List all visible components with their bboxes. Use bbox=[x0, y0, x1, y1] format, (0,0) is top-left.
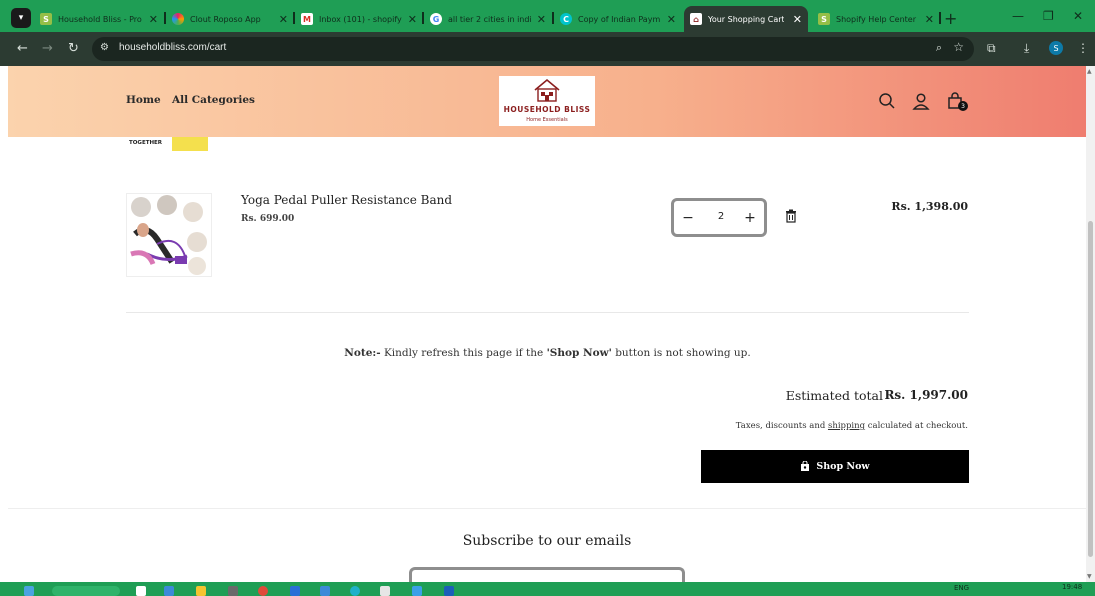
store-header: Home All Categories HOUSEHOLD BLISS Home… bbox=[8, 66, 1086, 137]
zoom-icon[interactable]: ⌕ bbox=[936, 41, 942, 55]
nav-link-all-categories[interactable]: All Categories bbox=[172, 94, 255, 106]
shop-now-button[interactable]: Shop Now bbox=[701, 450, 969, 483]
estimated-total-label: Estimated total bbox=[785, 388, 883, 403]
account-icon[interactable] bbox=[912, 92, 930, 110]
os-taskbar: ENG 19:48 bbox=[0, 582, 1095, 596]
quantity-input[interactable]: 2 bbox=[714, 211, 728, 222]
back-icon[interactable]: ← bbox=[17, 41, 28, 56]
scroll-down-arrow-icon[interactable]: ▼ bbox=[1087, 573, 1092, 580]
app-icon[interactable] bbox=[228, 586, 238, 596]
download-icon[interactable]: ⤓ bbox=[1024, 41, 1029, 56]
browser-toolbar: ← → ↻ ⚙ householdbliss.com/cart ⌕ ☆ ⧉ ⤓ … bbox=[0, 32, 1095, 66]
canva-icon: C bbox=[560, 13, 572, 25]
site-info-icon[interactable]: ⚙ bbox=[100, 42, 109, 53]
logo-name: HOUSEHOLD BLISS bbox=[503, 105, 591, 114]
google-icon: G bbox=[430, 13, 442, 25]
tab-separator bbox=[293, 12, 295, 24]
forward-icon[interactable]: → bbox=[42, 41, 53, 56]
minimize-icon[interactable]: — bbox=[1012, 9, 1024, 23]
app-icon[interactable] bbox=[444, 586, 454, 596]
line-item-total: Rs. 1,398.00 bbox=[891, 200, 968, 213]
store-logo[interactable]: HOUSEHOLD BLISS Home Essentials bbox=[499, 76, 595, 126]
search-icon[interactable] bbox=[878, 92, 896, 110]
page-scrollbar[interactable]: ▲ ▼ bbox=[1086, 66, 1095, 582]
profile-avatar[interactable]: S bbox=[1049, 41, 1063, 55]
tab-separator bbox=[939, 12, 941, 24]
quantity-stepper: − 2 + bbox=[671, 198, 767, 237]
roposo-icon bbox=[172, 13, 184, 25]
app-icon[interactable] bbox=[290, 586, 300, 596]
previous-item-image[interactable]: TOGETHER bbox=[126, 137, 210, 154]
windows-start-icon[interactable] bbox=[24, 586, 34, 596]
close-icon[interactable]: ✕ bbox=[793, 13, 802, 26]
taskbar-search-box[interactable] bbox=[52, 586, 120, 596]
email-input[interactable] bbox=[409, 567, 685, 582]
new-tab-button[interactable]: + bbox=[944, 9, 957, 28]
decrease-quantity-button[interactable]: − bbox=[678, 209, 698, 227]
browser-tab-strip: ▾ S Household Bliss - Pro ✕ Clout Roposo… bbox=[0, 0, 1095, 34]
tab-gmail-inbox[interactable]: M Inbox (101) - shopify ✕ bbox=[301, 8, 417, 30]
reload-icon[interactable]: ↻ bbox=[68, 41, 79, 56]
tab-shopping-cart[interactable]: ⌂ Your Shopping Cart ✕ bbox=[684, 6, 808, 32]
gmail-icon: M bbox=[301, 13, 313, 25]
language-indicator[interactable]: ENG bbox=[954, 584, 969, 592]
clock-time[interactable]: 19:48 bbox=[1062, 583, 1082, 591]
tab-separator bbox=[422, 12, 424, 24]
cart-count-badge: 3 bbox=[958, 101, 968, 111]
product-box-graphic bbox=[172, 137, 208, 151]
tab-google-search[interactable]: G all tier 2 cities in indi ✕ bbox=[430, 8, 546, 30]
extensions-icon[interactable]: ⧉ bbox=[987, 41, 996, 56]
increase-quantity-button[interactable]: + bbox=[740, 209, 760, 227]
app-icon[interactable] bbox=[350, 586, 360, 596]
file-explorer-icon[interactable] bbox=[196, 586, 206, 596]
tab-shopify-help[interactable]: S Shopify Help Center ✕ bbox=[818, 8, 934, 30]
store-icon: ⌂ bbox=[690, 13, 702, 25]
close-icon[interactable]: ✕ bbox=[149, 13, 158, 26]
browser-menu-icon[interactable]: ⋮ bbox=[1077, 41, 1089, 55]
trash-icon[interactable] bbox=[785, 209, 797, 223]
tax-note: Taxes, discounts and shipping calculated… bbox=[735, 421, 968, 431]
tab-clout-roposo[interactable]: Clout Roposo App ✕ bbox=[172, 8, 288, 30]
tab-separator bbox=[552, 12, 554, 24]
close-icon[interactable]: ✕ bbox=[925, 13, 934, 26]
tab-separator bbox=[164, 12, 166, 24]
close-icon[interactable]: ✕ bbox=[279, 13, 288, 26]
scroll-up-arrow-icon[interactable]: ▲ bbox=[1087, 68, 1092, 75]
nav-link-home[interactable]: Home bbox=[126, 94, 161, 106]
app-icon[interactable] bbox=[412, 586, 422, 596]
shopping-bag-icon bbox=[801, 461, 810, 471]
restore-icon[interactable]: ❐ bbox=[1043, 9, 1054, 23]
yoga-band-product-image bbox=[130, 195, 207, 275]
close-icon[interactable]: ✕ bbox=[408, 13, 417, 26]
page-viewport: Home All Categories HOUSEHOLD BLISS Home… bbox=[8, 66, 1086, 582]
tab-household-bliss[interactable]: S Household Bliss - Pro ✕ bbox=[40, 8, 158, 30]
shopify-icon: S bbox=[818, 13, 830, 25]
product-unit-price: Rs. 699.00 bbox=[241, 214, 295, 224]
tab-canva-copy[interactable]: C Copy of Indian Paym ✕ bbox=[560, 8, 676, 30]
url-text[interactable]: householdbliss.com/cart bbox=[119, 42, 226, 53]
subscribe-heading: Subscribe to our emails bbox=[462, 533, 632, 549]
close-icon[interactable]: ✕ bbox=[667, 13, 676, 26]
close-icon[interactable]: ✕ bbox=[537, 13, 546, 26]
address-bar[interactable]: ⚙ householdbliss.com/cart ⌕ ☆ bbox=[92, 37, 974, 61]
app-icon[interactable] bbox=[380, 586, 390, 596]
edge-icon[interactable] bbox=[164, 586, 174, 596]
tab-search-button[interactable]: ▾ bbox=[11, 8, 31, 28]
task-view-icon[interactable] bbox=[136, 586, 146, 596]
estimated-total-value: Rs. 1,997.00 bbox=[884, 388, 968, 402]
app-icon[interactable] bbox=[320, 586, 330, 596]
scrollbar-thumb[interactable] bbox=[1088, 221, 1093, 557]
divider bbox=[126, 312, 969, 313]
chrome-icon[interactable] bbox=[258, 586, 268, 596]
house-logo-icon bbox=[534, 78, 560, 102]
shopify-icon: S bbox=[40, 13, 52, 25]
product-name[interactable]: Yoga Pedal Puller Resistance Band bbox=[241, 193, 452, 207]
logo-tagline: Home Essentials bbox=[526, 117, 568, 123]
refresh-note: Note:- Kindly refresh this page if the '… bbox=[344, 347, 751, 359]
shipping-link[interactable]: shipping bbox=[828, 421, 865, 431]
product-image[interactable] bbox=[126, 193, 212, 277]
bookmark-star-icon[interactable]: ☆ bbox=[953, 40, 964, 54]
window-close-icon[interactable]: ✕ bbox=[1073, 9, 1083, 23]
